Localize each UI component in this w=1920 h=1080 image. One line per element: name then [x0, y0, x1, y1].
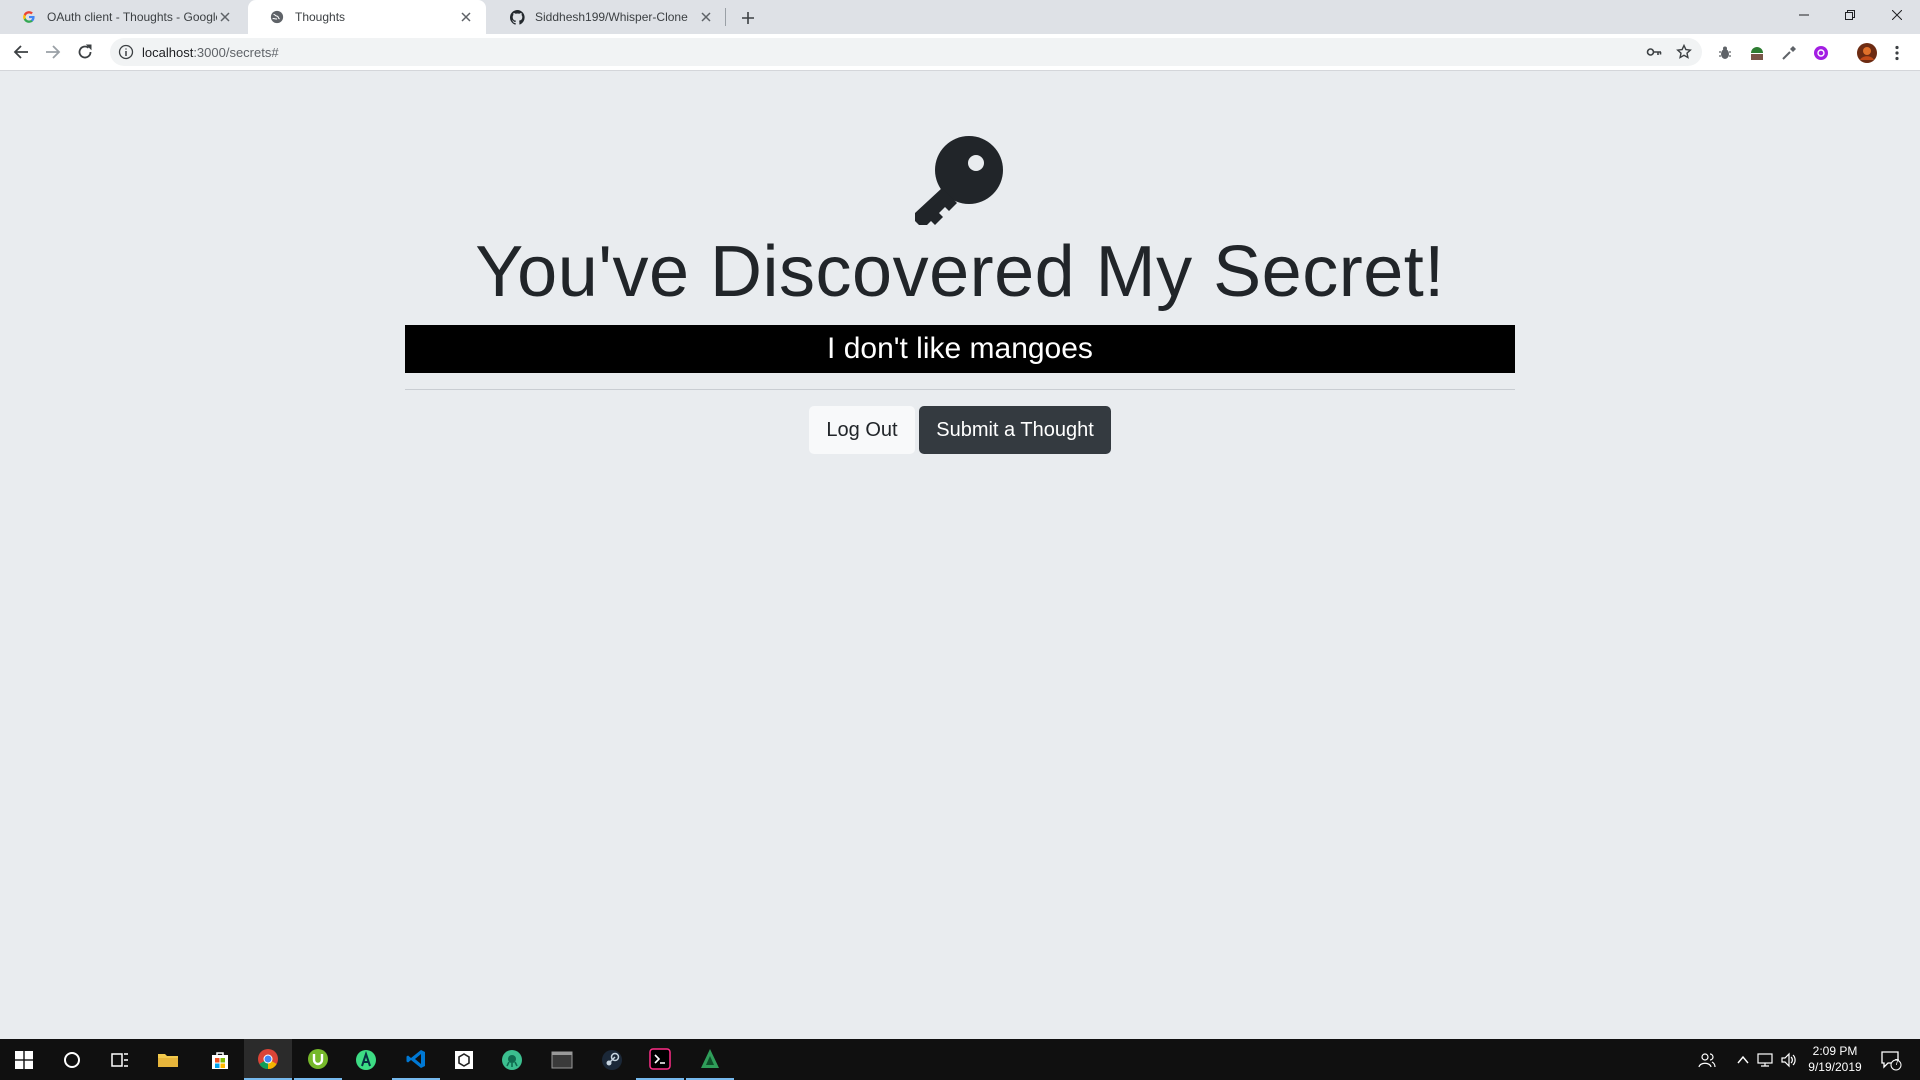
url-host: localhost	[142, 45, 194, 60]
key-icon[interactable]	[1646, 44, 1662, 60]
eyedropper-icon[interactable]	[1780, 44, 1798, 62]
notification-count: 7	[1894, 1058, 1900, 1067]
reload-icon	[78, 44, 92, 59]
url-text[interactable]: localhost:3000/secrets#	[142, 45, 279, 60]
tab-oauth-client[interactable]: OAuth client - Thoughts - Google	[0, 0, 245, 34]
unity-icon[interactable]	[440, 1039, 488, 1080]
close-window-button[interactable]	[1874, 0, 1920, 30]
close-icon	[1892, 10, 1902, 20]
tab-separator	[725, 8, 726, 26]
submit-thought-button[interactable]: Submit a Thought	[919, 406, 1111, 454]
star-icon[interactable]	[1676, 43, 1692, 60]
close-icon[interactable]	[217, 9, 233, 25]
file-explorer-icon[interactable]	[144, 1039, 192, 1080]
store-icon[interactable]	[196, 1039, 244, 1080]
clock-time: 2:09 PM	[1812, 1044, 1858, 1058]
minimize-icon	[1799, 14, 1809, 16]
system-clock[interactable]: 2:09 PM 9/19/2019	[1800, 1043, 1870, 1075]
secret-text: I don't like mangoes	[827, 332, 1093, 365]
divider	[405, 389, 1515, 390]
atom-icon[interactable]	[686, 1039, 734, 1080]
steam-icon[interactable]	[588, 1039, 636, 1080]
browser-tab-strip: OAuth client - Thoughts - Google Thought…	[0, 0, 1920, 34]
terminal-window-icon[interactable]	[538, 1039, 586, 1080]
logout-button[interactable]: Log Out	[809, 406, 915, 454]
network-icon[interactable]	[1756, 1051, 1774, 1069]
hyper-terminal-icon[interactable]	[636, 1039, 684, 1080]
vscode-icon[interactable]	[392, 1039, 440, 1080]
plus-icon	[742, 12, 754, 24]
minimize-button[interactable]	[1781, 0, 1827, 30]
address-bar[interactable]: localhost:3000/secrets#	[110, 38, 1702, 66]
tab-title: OAuth client - Thoughts - Google	[47, 10, 217, 24]
bug-icon[interactable]	[1716, 44, 1734, 62]
menu-kebab-icon[interactable]	[1888, 44, 1906, 62]
purple-extension-icon[interactable]	[1812, 44, 1830, 62]
close-icon[interactable]	[458, 9, 474, 25]
secret-banner: I don't like mangoes	[405, 325, 1515, 373]
avatar[interactable]	[1856, 42, 1878, 64]
windows-start-icon[interactable]	[0, 1039, 48, 1080]
tab-thoughts[interactable]: Thoughts	[248, 0, 486, 34]
people-icon[interactable]	[1698, 1051, 1716, 1069]
gitkraken-icon[interactable]	[488, 1039, 536, 1080]
tab-github-repo[interactable]: Siddhesh199/Whisper-Clone	[488, 0, 726, 34]
globe-icon	[269, 9, 285, 25]
key-icon	[915, 136, 1003, 225]
cortana-icon[interactable]	[48, 1039, 96, 1080]
close-icon[interactable]	[698, 9, 714, 25]
chevron-up-icon[interactable]	[1734, 1051, 1752, 1069]
tab-title: Thoughts	[295, 10, 346, 24]
new-tab-button[interactable]	[736, 6, 760, 30]
android-studio-icon[interactable]	[342, 1039, 390, 1080]
page-content: You've Discovered My Secret! I don't lik…	[0, 71, 1920, 1039]
github-icon	[509, 9, 525, 25]
task-view-icon[interactable]	[96, 1039, 144, 1080]
page-title: You've Discovered My Secret!	[475, 232, 1445, 312]
utorrent-icon[interactable]	[294, 1039, 342, 1080]
android-icon[interactable]	[1748, 44, 1766, 62]
forward-button[interactable]	[40, 39, 66, 65]
tab-title: Siddhesh199/Whisper-Clone	[535, 10, 688, 24]
taskbar: 2:09 PM 9/19/2019 7	[0, 1039, 1920, 1080]
volume-icon[interactable]	[1780, 1051, 1798, 1069]
google-icon	[21, 9, 37, 25]
action-center-icon[interactable]: 7	[1880, 1049, 1902, 1071]
restore-icon	[1845, 10, 1855, 20]
browser-toolbar: localhost:3000/secrets#	[0, 34, 1920, 71]
clock-date: 9/19/2019	[1808, 1060, 1862, 1074]
restore-button[interactable]	[1827, 0, 1873, 30]
chrome-icon[interactable]	[244, 1039, 292, 1080]
info-icon[interactable]	[118, 44, 134, 60]
url-path: :3000/secrets#	[193, 45, 279, 60]
arrow-right-icon	[46, 45, 61, 59]
reload-button[interactable]	[72, 39, 98, 65]
arrow-left-icon	[13, 45, 28, 59]
back-button[interactable]	[8, 39, 34, 65]
